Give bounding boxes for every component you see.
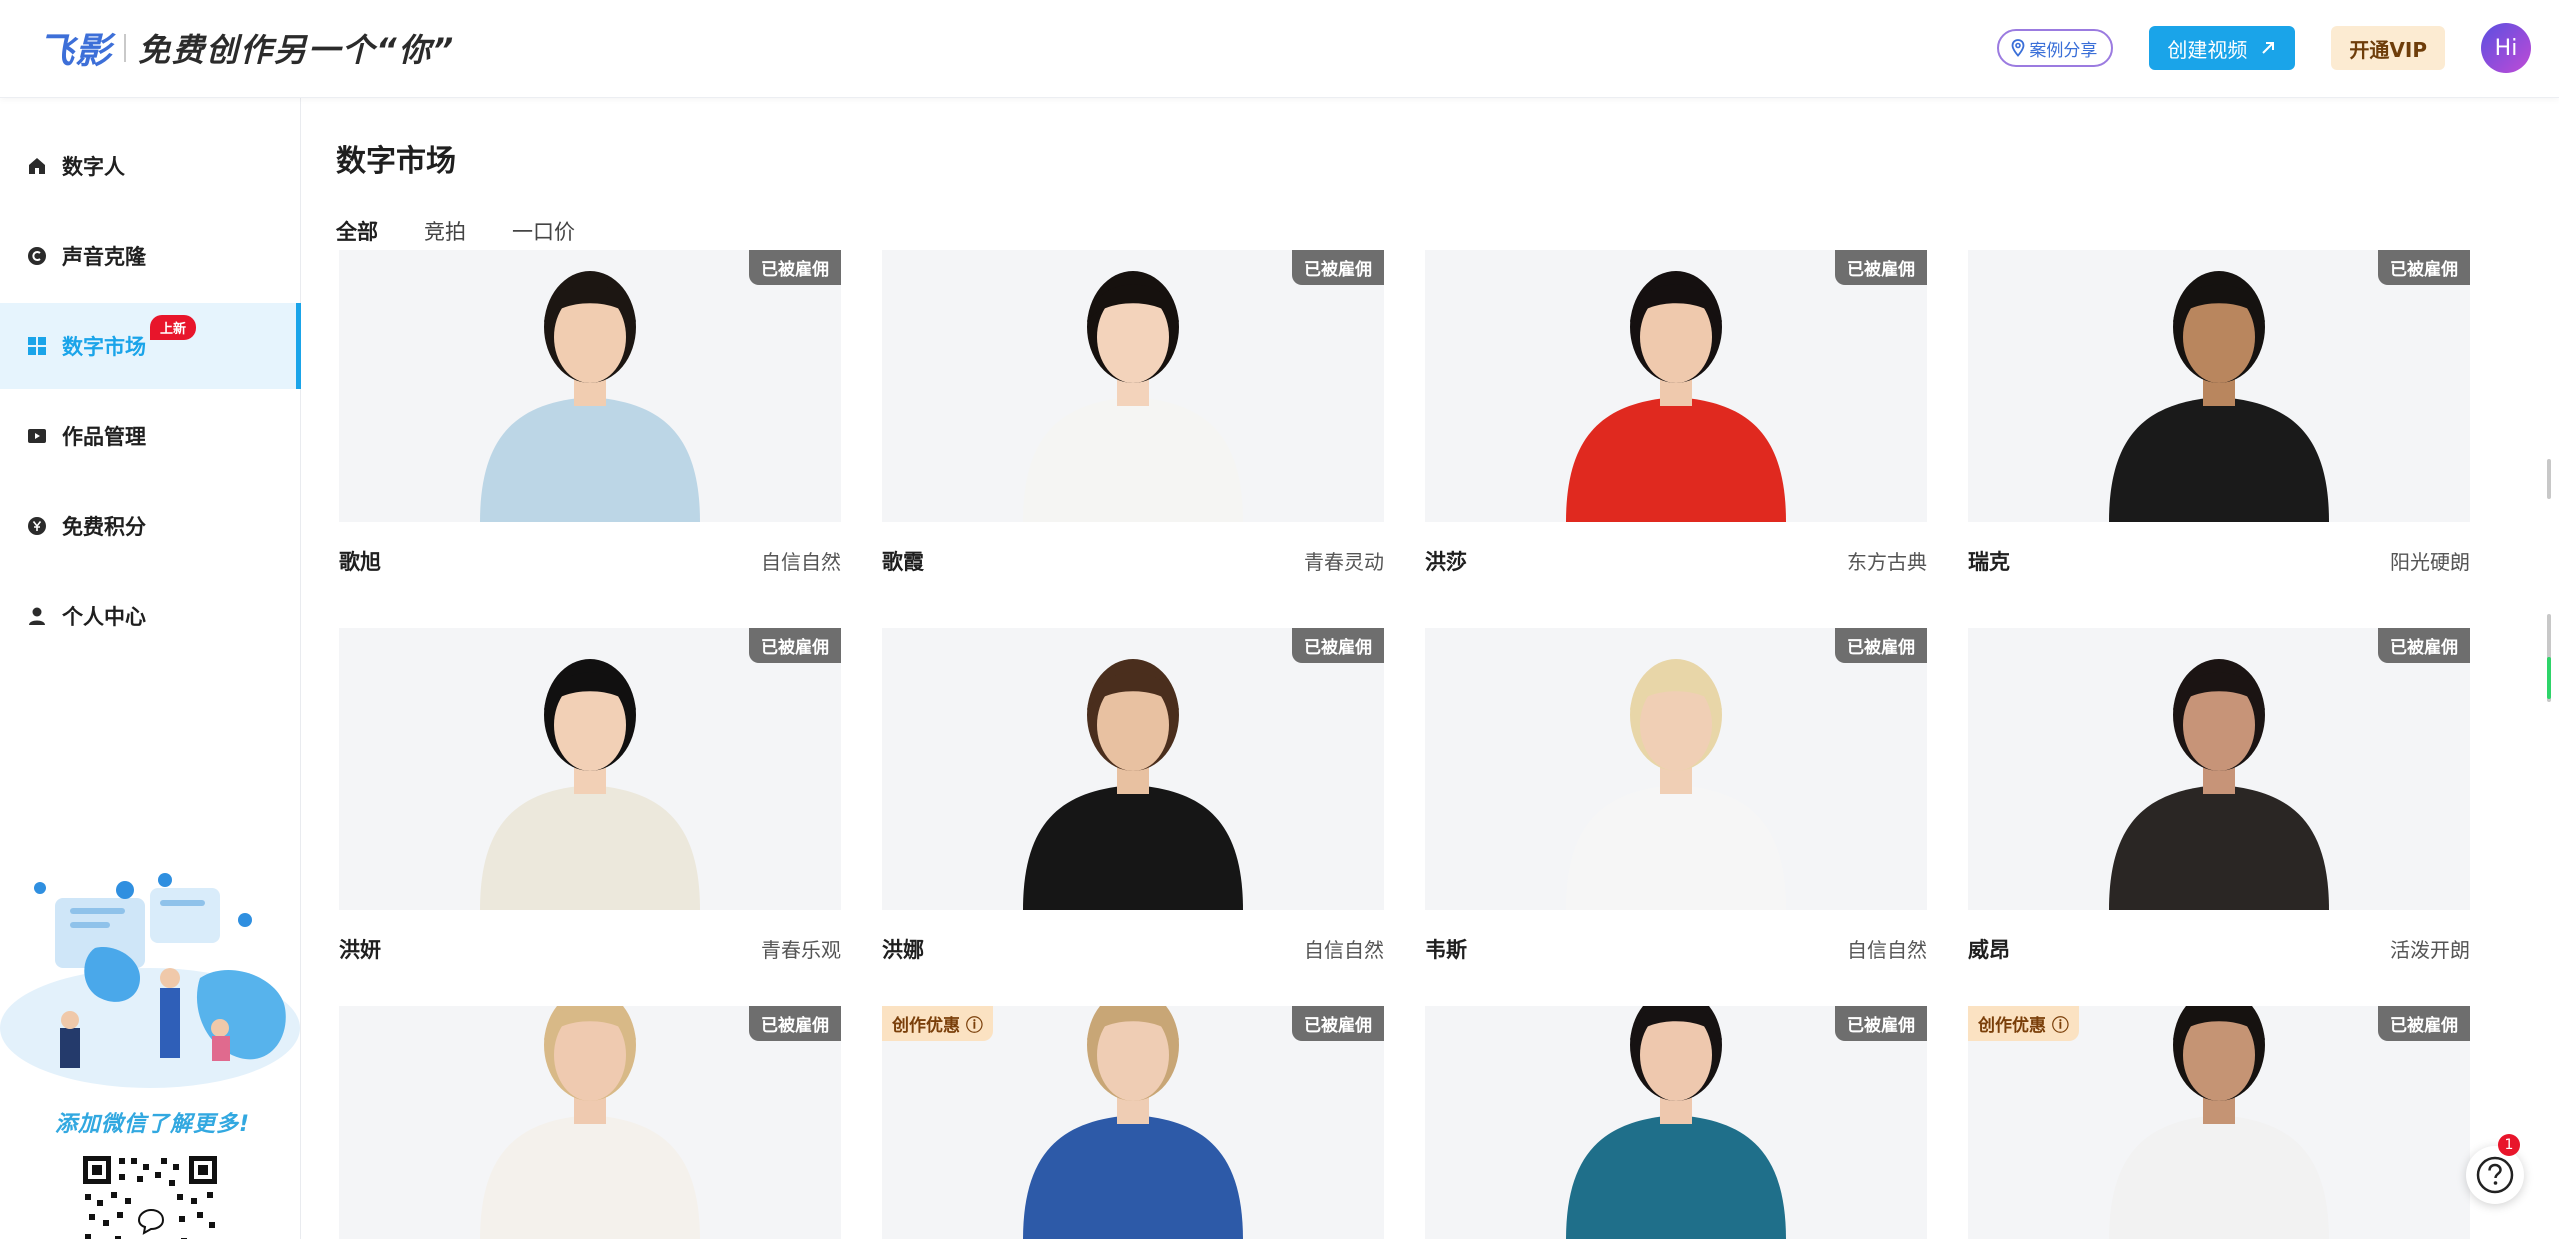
scrollbar-highlight: [2547, 657, 2551, 699]
person-figure: [1566, 659, 1786, 910]
header-actions: 案例分享 创建视频 开通VIP Hi: [1997, 22, 2531, 74]
avatar-name: 洪莎: [1425, 550, 1467, 574]
avatar-name: 韦斯: [1425, 938, 1467, 962]
c-circle-icon: [26, 245, 48, 267]
notification-badge: 1: [2498, 1134, 2520, 1156]
sidebar-item-personal-center[interactable]: 个人中心: [0, 573, 301, 659]
promo-illustration: [0, 873, 300, 1088]
hired-badge: 已被雇佣: [1835, 628, 1927, 663]
promo-tag-label: 创作优惠: [1978, 1016, 2046, 1036]
user-avatar[interactable]: Hi: [2481, 23, 2531, 73]
hired-badge: 已被雇佣: [749, 250, 841, 285]
avatar-preview[interactable]: [882, 628, 1384, 910]
open-vip-button[interactable]: 开通VIP: [2331, 26, 2445, 70]
brand-slogan: 免费创作另一个“你”: [138, 31, 456, 69]
case-share-label: 案例分享: [2029, 40, 2098, 61]
avatar-preview[interactable]: [1425, 628, 1927, 910]
create-video-button[interactable]: 创建视频: [2149, 26, 2296, 70]
hired-badge: 已被雇佣: [2378, 1006, 2470, 1041]
avatar-preview[interactable]: [1968, 250, 2470, 522]
sidebar-item-digital-human[interactable]: 数字人: [0, 123, 301, 209]
person-figure: [2109, 659, 2329, 910]
avatar-name: 瑞克: [1968, 550, 2010, 574]
tab-fixed-price[interactable]: 一口价: [512, 216, 575, 246]
avatar-style: 自信自然: [1847, 938, 1927, 962]
sidebar-item-label: 免费积分: [62, 515, 146, 539]
person-figure: [1023, 271, 1243, 522]
avatar-name: 歌霞: [882, 550, 924, 574]
promo-tag: 创作优惠 ⓘ: [1968, 1006, 2079, 1041]
avatar-style: 自信自然: [1304, 938, 1384, 962]
sidebar-item-voice-clone[interactable]: 声音克隆: [0, 213, 301, 299]
arrow-up-right-icon: [2262, 42, 2275, 54]
person-figure: [2109, 271, 2329, 522]
hired-badge: 已被雇佣: [1292, 628, 1384, 663]
avatar-preview[interactable]: [1968, 628, 2470, 910]
question-icon: [2476, 1156, 2514, 1194]
sidebar-item-digital-market[interactable]: 数字市场 上新: [0, 303, 301, 389]
sidebar-item-label: 数字市场: [62, 335, 146, 359]
avatar-name: 洪娜: [882, 938, 924, 962]
info-icon: ⓘ: [965, 1016, 983, 1036]
home-icon: [26, 155, 48, 177]
avatar-style: 活泼开朗: [2390, 938, 2470, 962]
person-figure: [1023, 659, 1243, 910]
page-title: 数字市场: [336, 144, 456, 179]
case-share-button[interactable]: 案例分享: [1997, 29, 2114, 67]
person-figure: [1566, 271, 1786, 522]
avatar-style: 青春乐观: [761, 938, 841, 962]
hired-badge: 已被雇佣: [2378, 250, 2470, 285]
promo-tag: 创作优惠 ⓘ: [882, 1006, 993, 1041]
sidebar-item-label: 作品管理: [62, 425, 146, 449]
hired-badge: 已被雇佣: [749, 1006, 841, 1041]
avatar-name: 洪妍: [339, 938, 381, 962]
avatar-name: 歌旭: [339, 550, 381, 574]
grid-icon: [26, 335, 48, 357]
create-video-label: 创建视频: [2167, 37, 2248, 62]
hired-badge: 已被雇佣: [1835, 1006, 1927, 1041]
sidebar-item-free-points[interactable]: 免费积分: [0, 483, 301, 569]
tab-all[interactable]: 全部: [336, 216, 378, 256]
sidebar: 数字人 声音克隆 数字市场 上新 作品管理 免费积分 个人中心 添加微信了解更多…: [0, 98, 301, 1239]
avatar-preview[interactable]: [1425, 250, 1927, 522]
tab-auction[interactable]: 竞拍: [424, 216, 466, 246]
avatar-style: 东方古典: [1847, 550, 1927, 574]
new-badge: 上新: [150, 315, 197, 340]
brand-divider: [124, 34, 127, 62]
location-pin-icon: [2012, 39, 2025, 57]
sidebar-item-works[interactable]: 作品管理: [0, 393, 301, 479]
avatar-style: 阳光硬朗: [2390, 550, 2470, 574]
hired-badge: 已被雇佣: [1835, 250, 1927, 285]
hired-badge: 已被雇佣: [2378, 628, 2470, 663]
sidebar-item-label: 声音克隆: [62, 245, 146, 269]
main-content: 数字市场 全部 竞拍 一口价 已被雇佣 歌旭 自信自然 已被雇佣 歌霞 青春灵动 已被雇佣洪…: [302, 98, 2559, 1239]
promo-tag-label: 创作优惠: [892, 1016, 960, 1036]
info-icon: ⓘ: [2051, 1016, 2069, 1036]
hired-badge: 已被雇佣: [1292, 250, 1384, 285]
avatar-preview[interactable]: [339, 250, 841, 522]
wechat-qr-code[interactable]: [81, 1154, 219, 1239]
brand[interactable]: 飞影 免费创作另一个“你”: [38, 26, 456, 72]
person-figure: [480, 659, 700, 910]
brand-logo[interactable]: 飞影: [38, 22, 112, 74]
wechat-promo: 添加微信了解更多!: [0, 828, 301, 1239]
hired-badge: 已被雇佣: [1292, 1006, 1384, 1041]
avatar-name: 威昂: [1968, 938, 2010, 962]
wechat-promo-text: 添加微信了解更多!: [55, 1112, 251, 1137]
avatar-style: 青春灵动: [1304, 550, 1384, 574]
user-icon: [26, 605, 48, 627]
scrollbar-thumb-top[interactable]: [2547, 459, 2551, 499]
sidebar-item-label: 数字人: [62, 155, 125, 179]
person-figure: [480, 271, 700, 522]
hired-badge: 已被雇佣: [749, 628, 841, 663]
sidebar-item-label: 个人中心: [62, 605, 146, 629]
market-tabs: 全部 竞拍 一口价: [336, 216, 575, 256]
yen-circle-icon: [26, 515, 48, 537]
top-header: 飞影 免费创作另一个“你” 案例分享 创建视频 开通VIP Hi: [0, 0, 2559, 98]
avatar-preview[interactable]: [339, 628, 841, 910]
avatar-style: 自信自然: [761, 550, 841, 574]
help-button[interactable]: [2466, 1146, 2524, 1204]
play-icon: [26, 425, 48, 447]
avatar-preview[interactable]: [882, 250, 1384, 522]
